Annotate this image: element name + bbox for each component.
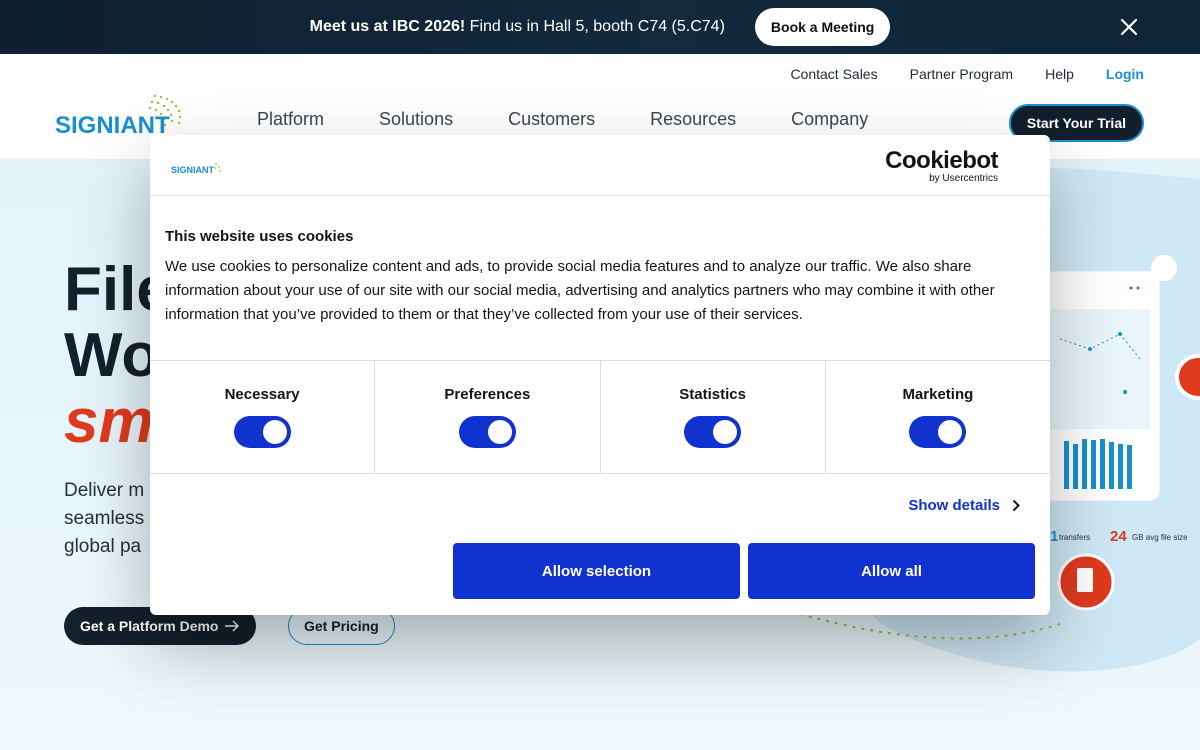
allow-selection-button[interactable]: Allow selection bbox=[453, 543, 740, 599]
announcement-bar: Meet us at IBC 2026! Find us in Hall 5, … bbox=[0, 0, 1200, 54]
switch-knob bbox=[713, 420, 738, 444]
platform-demo-label: Get a Platform Demo bbox=[80, 618, 219, 634]
show-details-link[interactable]: Show details bbox=[908, 497, 1020, 514]
main-nav: Platform Solutions Customers Resources C… bbox=[257, 109, 868, 130]
switch-knob bbox=[487, 420, 512, 444]
nav-customers[interactable]: Customers bbox=[508, 109, 595, 130]
cookie-dialog-header: SIGNIANT Cookiebot by Usercentrics bbox=[150, 135, 1050, 196]
preferences-switch[interactable] bbox=[458, 416, 516, 448]
nav-resources[interactable]: Resources bbox=[650, 109, 736, 130]
show-details-label: Show details bbox=[908, 497, 1000, 514]
toggle-preferences: Preferences bbox=[375, 361, 601, 473]
switch-knob bbox=[262, 420, 287, 444]
cookie-dialog-body: This website uses cookies We use cookies… bbox=[150, 196, 1050, 360]
stat-avg-label: GB avg file size bbox=[1132, 533, 1188, 542]
toggle-label: Marketing bbox=[902, 386, 974, 403]
cookiebot-sub: by Usercentrics bbox=[929, 173, 998, 184]
switch-knob bbox=[938, 420, 963, 444]
help-link[interactable]: Help bbox=[1045, 66, 1074, 82]
announcement-bold: Meet us at IBC 2026! bbox=[309, 18, 466, 35]
toggle-statistics: Statistics bbox=[601, 361, 826, 473]
login-link[interactable]: Login bbox=[1106, 66, 1144, 82]
arrow-right-icon bbox=[225, 620, 240, 632]
cookie-toggle-row: Necessary Preferences Statistics Marketi… bbox=[150, 360, 1050, 474]
toggle-marketing: Marketing bbox=[826, 361, 1050, 473]
statistics-switch[interactable] bbox=[684, 416, 742, 448]
close-icon[interactable] bbox=[1116, 14, 1142, 40]
cookiebot-brand[interactable]: Cookiebot by Usercentrics bbox=[885, 149, 998, 185]
toggle-necessary: Necessary bbox=[150, 361, 376, 473]
toggle-label: Statistics bbox=[679, 386, 746, 403]
cookie-dialog-logo: SIGNIANT bbox=[171, 163, 221, 175]
cookie-logo-text: SIGNIANT bbox=[171, 165, 215, 175]
chevron-right-icon bbox=[1012, 499, 1020, 512]
cookie-dialog-text: We use cookies to personalize content an… bbox=[165, 258, 995, 323]
nav-solutions[interactable]: Solutions bbox=[379, 109, 453, 130]
cookiebot-name: Cookiebot bbox=[885, 147, 998, 174]
stat-transfers-value: 1 bbox=[1050, 528, 1058, 545]
stat-avg-value: 24 bbox=[1110, 528, 1127, 545]
announcement-detail: Find us in Hall 5, booth C74 (5.C74) bbox=[465, 18, 725, 35]
toggle-label: Necessary bbox=[224, 386, 300, 403]
utility-nav: Contact Sales Partner Program Help Login bbox=[790, 66, 1144, 82]
contact-sales-link[interactable]: Contact Sales bbox=[790, 66, 877, 82]
partner-program-link[interactable]: Partner Program bbox=[910, 66, 1013, 82]
necessary-switch[interactable] bbox=[233, 416, 291, 448]
announcement-text: Meet us at IBC 2026! Find us in Hall 5, … bbox=[310, 18, 725, 36]
marketing-switch[interactable] bbox=[909, 416, 967, 448]
stat-transfers-label: transfers bbox=[1059, 533, 1090, 542]
nav-company[interactable]: Company bbox=[791, 109, 868, 130]
nav-platform[interactable]: Platform bbox=[257, 109, 324, 130]
allow-all-button[interactable]: Allow all bbox=[748, 543, 1035, 599]
toggle-label: Preferences bbox=[444, 386, 531, 403]
book-meeting-button[interactable]: Book a Meeting bbox=[754, 8, 891, 46]
cookie-consent-dialog: SIGNIANT Cookiebot by Usercentrics This … bbox=[150, 135, 1050, 615]
cookie-dialog-title: This website uses cookies bbox=[165, 228, 354, 245]
